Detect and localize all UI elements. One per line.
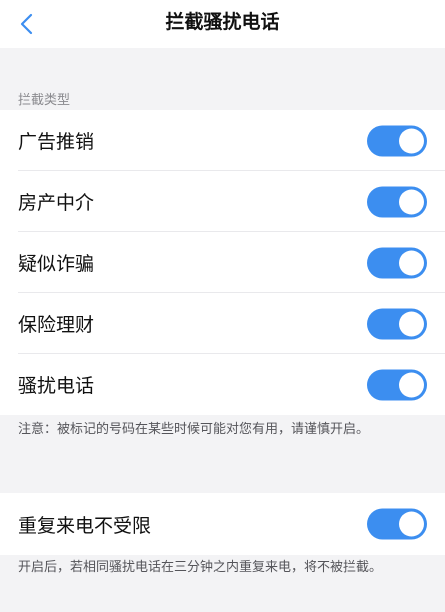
section-label-intercept-types: 拦截类型 <box>18 93 71 108</box>
toggle-knob <box>399 511 424 537</box>
repeat-call-toggle[interactable] <box>367 508 427 540</box>
row-label: 疑似诈骗 <box>18 253 95 275</box>
toggle-knob <box>399 189 424 214</box>
repeat-call-list: 重复来电不受限 <box>0 493 445 555</box>
toggle-knob <box>399 311 424 336</box>
toggle-knob <box>399 372 424 397</box>
row-suspected-fraud[interactable]: 疑似诈骗 <box>0 232 445 293</box>
intercept-types-list: 广告推销 房产中介 疑似诈骗 保险理财 骚扰电话 <box>0 110 445 415</box>
page-title: 拦截骚扰电话 <box>165 11 280 33</box>
toggle-knob <box>399 128 424 153</box>
suspected-fraud-toggle[interactable] <box>367 247 427 278</box>
row-repeat-call-unlimited[interactable]: 重复来电不受限 <box>0 493 445 555</box>
row-label: 保险理财 <box>18 314 95 336</box>
page: 拦截骚扰电话 拦截类型 广告推销 房产中介 疑似诈骗 保险理财 骚扰电话 注意：… <box>0 0 445 612</box>
row-label: 广告推销 <box>18 131 95 153</box>
row-real-estate[interactable]: 房产中介 <box>0 171 445 232</box>
toggle-knob <box>399 250 424 275</box>
row-ad-promotion[interactable]: 广告推销 <box>0 110 445 171</box>
ad-promotion-toggle[interactable] <box>367 125 427 156</box>
row-insurance-finance[interactable]: 保险理财 <box>0 293 445 354</box>
insurance-finance-toggle[interactable] <box>367 308 427 339</box>
note-repeat-call: 开启后，若相同骚扰电话在三分钟之内重复来电，将不被拦截。 <box>18 560 383 575</box>
row-label: 房产中介 <box>18 192 95 214</box>
harassment-call-toggle[interactable] <box>367 369 427 400</box>
row-label: 重复来电不受限 <box>18 514 152 537</box>
row-label: 骚扰电话 <box>18 375 95 397</box>
real-estate-toggle[interactable] <box>367 186 427 217</box>
header-bar: 拦截骚扰电话 <box>0 0 445 48</box>
row-harassment-call[interactable]: 骚扰电话 <box>0 354 445 415</box>
note-caution: 注意：被标记的号码在某些时候可能对您有用，请谨慎开启。 <box>18 422 370 437</box>
